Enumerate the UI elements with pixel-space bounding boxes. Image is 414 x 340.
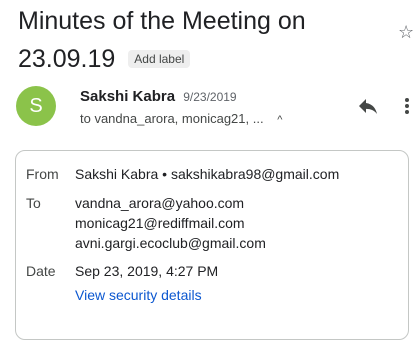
subject-line-1: Minutes of the Meeting on [18,7,306,35]
view-security-details-link[interactable]: View security details [75,287,202,303]
to-value-2: monicag21@rediffmail.com [75,215,245,231]
to-label: To [26,195,41,211]
email-subject: Minutes of the Meeting on 23.09.19 Add l… [18,2,388,78]
reply-icon[interactable] [356,94,380,118]
sender-name: Sakshi Kabra [80,88,176,105]
recipient-summary-text: to vandna_arora, monicag21, ... [80,111,264,126]
from-value: Sakshi Kabra • sakshikabra98@gmail.com [75,166,340,182]
date-value: Sep 23, 2019, 4:27 PM [75,263,219,279]
more-vert-icon[interactable] [400,94,414,118]
subject-line-2: 23.09.19 Add label [18,40,388,78]
add-label-button[interactable]: Add label [128,50,191,68]
sender-line: Sakshi Kabra 9/23/2019 [80,88,237,105]
star-icon[interactable]: ☆ [398,22,414,42]
message-details-card: From Sakshi Kabra • sakshikabra98@gmail.… [15,150,409,340]
sent-date: 9/23/2019 [183,90,237,104]
avatar[interactable]: S [16,86,56,126]
recipient-summary[interactable]: to vandna_arora, monicag21, ... ^ [80,111,282,126]
subject-date-text: 23.09.19 [18,45,116,73]
date-label: Date [26,263,56,279]
to-value-3: avni.gargi.ecoclub@gmail.com [75,235,266,251]
from-label: From [26,166,59,182]
to-value-1: vandna_arora@yahoo.com [75,195,245,211]
caret-up-icon[interactable]: ^ [277,114,282,126]
